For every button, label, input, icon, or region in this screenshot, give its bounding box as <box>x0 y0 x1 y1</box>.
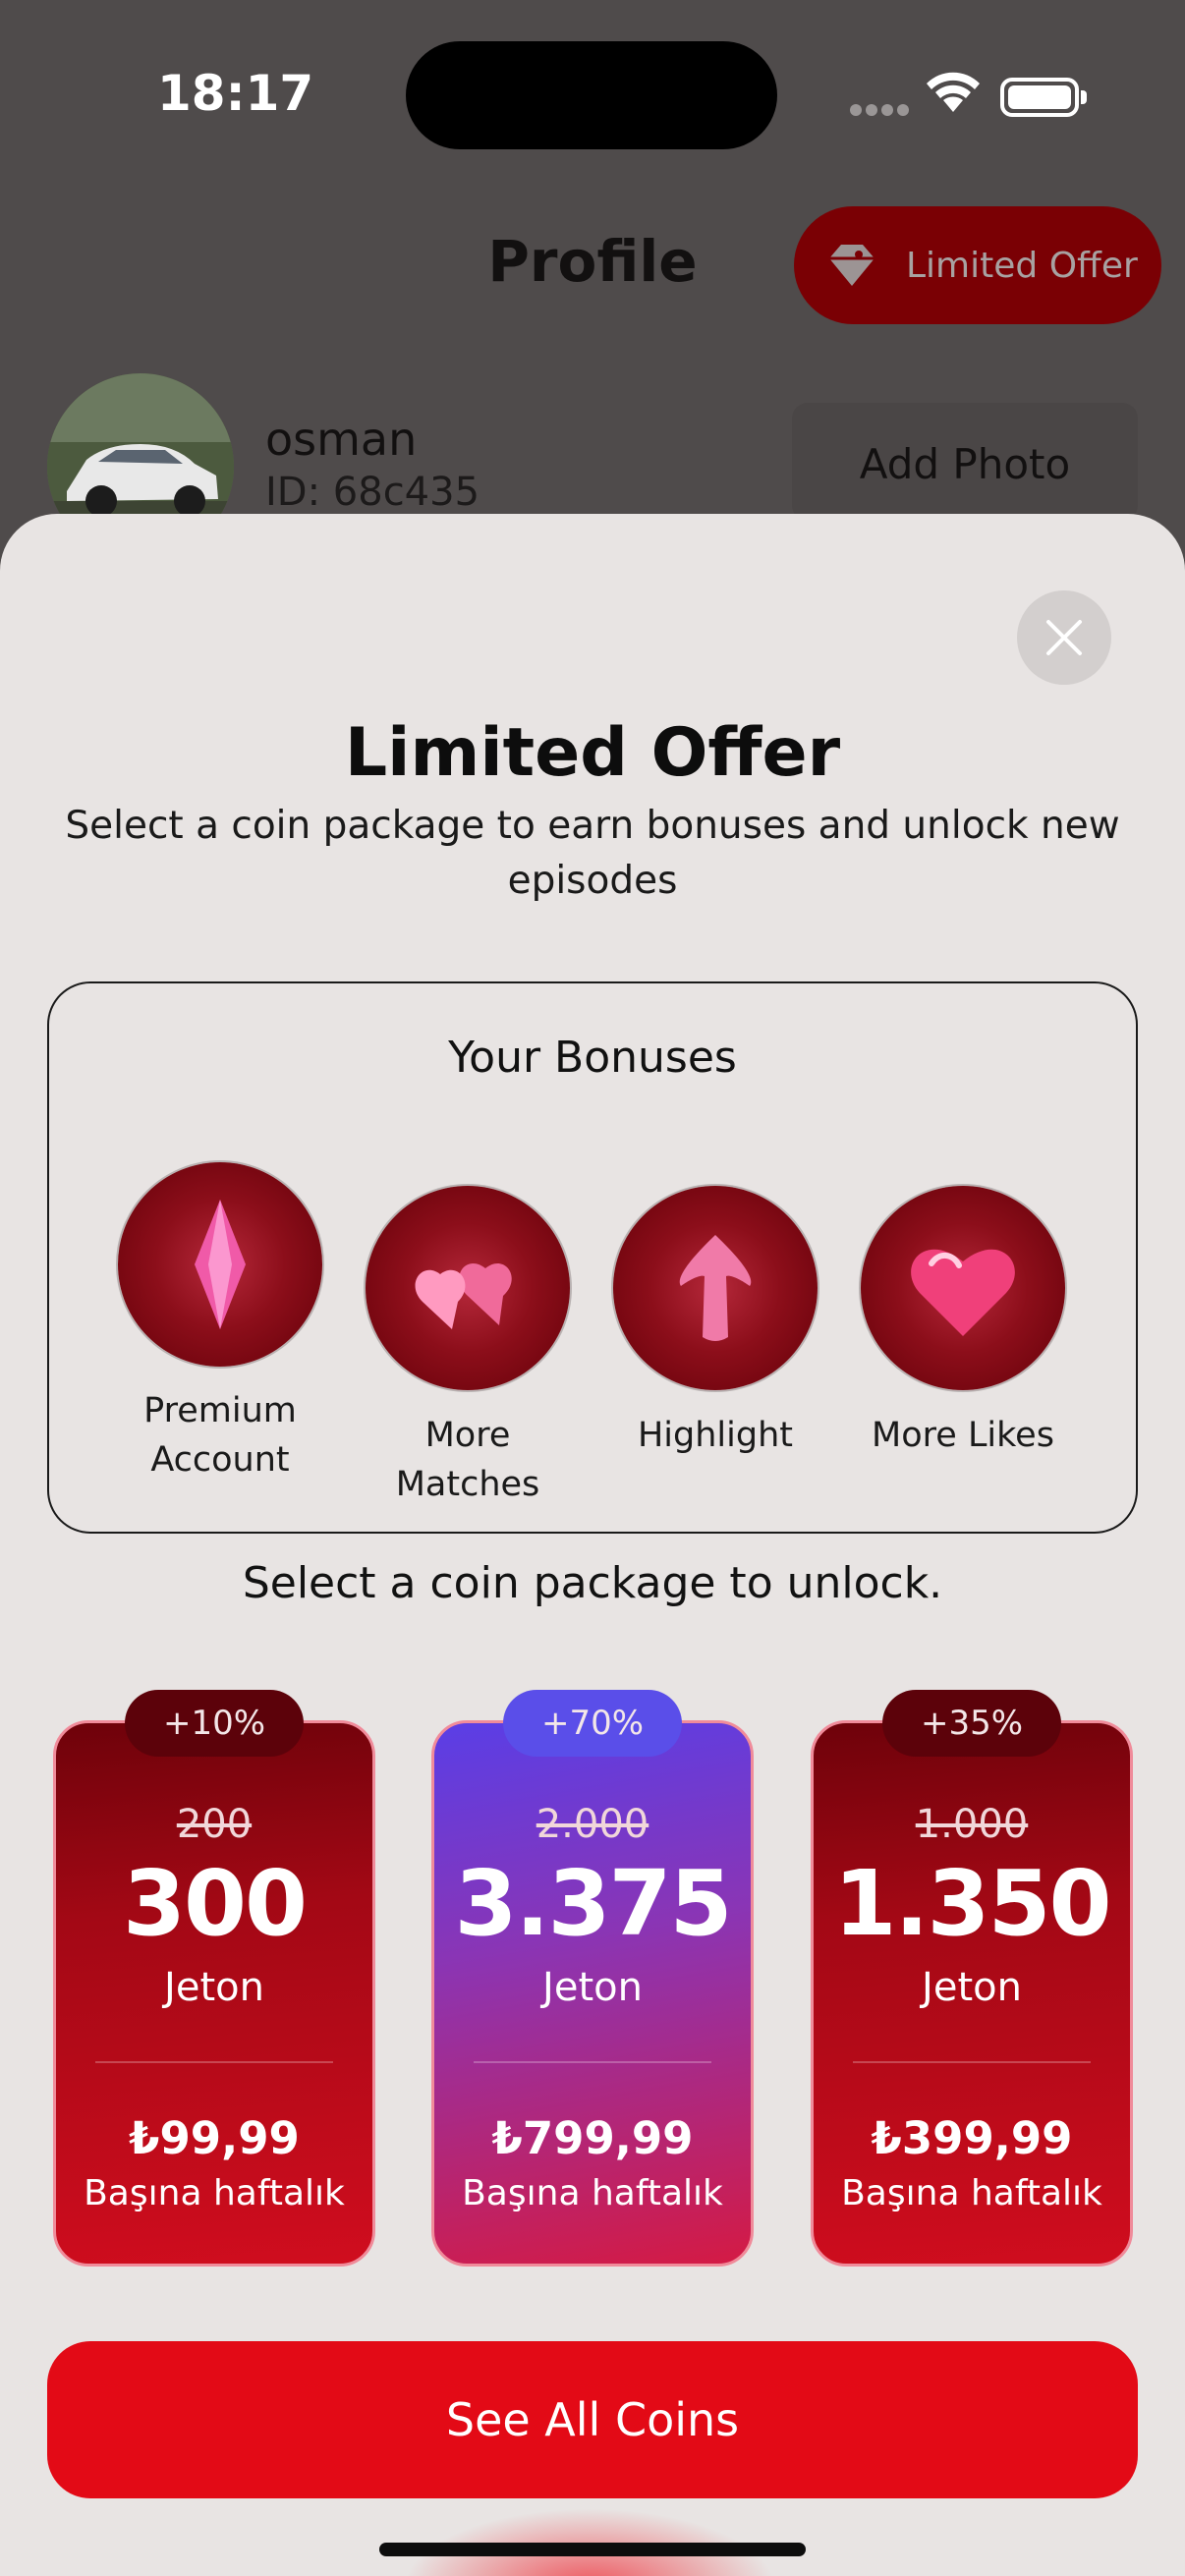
coin-unit: Jeton <box>542 1965 643 2010</box>
coin-unit: Jeton <box>164 1965 264 2010</box>
coin-amount: 1.350 <box>833 1851 1111 1956</box>
old-coin-amount: 1.000 <box>915 1802 1029 1847</box>
coin-amount: 3.375 <box>454 1851 732 1956</box>
coin-package-card[interactable]: +70% 2.000 3.375 Jeton ₺799,99 Başına ha… <box>431 1690 754 2267</box>
heart-icon <box>861 1186 1065 1390</box>
see-all-coins-button[interactable]: See All Coins <box>47 2341 1138 2498</box>
old-coin-amount: 200 <box>176 1802 253 1847</box>
bonus-badge: +35% <box>882 1690 1061 1757</box>
diamond-icon <box>118 1162 322 1367</box>
package-period: Başına haftalık <box>462 2173 723 2213</box>
divider <box>474 2061 711 2063</box>
divider <box>95 2061 333 2063</box>
bonus-label-likes: More Likes <box>872 1416 1054 1455</box>
add-photo-button[interactable]: Add Photo <box>792 403 1138 521</box>
bonus-label-highlight: Highlight <box>637 1416 793 1455</box>
limited-offer-button[interactable]: Limited Offer <box>794 206 1161 324</box>
close-button[interactable] <box>1017 590 1111 685</box>
package-price: ₺399,99 <box>871 2112 1073 2164</box>
dynamic-island <box>406 41 777 149</box>
cellular-signal-icon <box>850 101 913 120</box>
two-hearts-icon <box>366 1186 570 1390</box>
limited-offer-label: Limited Offer <box>906 245 1138 286</box>
wifi-icon <box>927 72 980 112</box>
select-package-text: Select a coin package to unlock. <box>242 1558 943 1608</box>
username: osman <box>265 413 418 466</box>
status-bar: 18:17 <box>0 0 1185 196</box>
coin-unit: Jeton <box>922 1965 1022 2010</box>
sheet-title: Limited Offer <box>344 714 841 792</box>
bonus-badge: +10% <box>125 1690 304 1757</box>
bonus-badge: +70% <box>503 1690 682 1757</box>
sheet-subtitle: Select a coin package to earn bonuses an… <box>65 804 1120 903</box>
limited-offer-sheet: Limited Offer Select a coin package to e… <box>0 514 1185 2576</box>
bonuses-panel: Your Bonuses Premium Account More Matche… <box>47 981 1138 1534</box>
divider <box>853 2061 1091 2063</box>
battery-icon <box>1000 78 1087 117</box>
package-period: Başına haftalık <box>84 2173 345 2213</box>
old-coin-amount: 2.000 <box>536 1802 649 1847</box>
package-price: ₺799,99 <box>491 2112 694 2164</box>
coin-package-card[interactable]: +10% 200 300 Jeton ₺99,99 Başına haftalı… <box>53 1690 375 2267</box>
bonuses-title: Your Bonuses <box>448 1033 737 1083</box>
package-price: ₺99,99 <box>129 2112 300 2164</box>
diamond-tag-icon <box>829 245 875 286</box>
bonus-label-premium: Premium Account <box>143 1391 297 1480</box>
status-time: 18:17 <box>157 65 314 122</box>
close-icon <box>1046 620 1082 655</box>
user-id: ID: 68c435 <box>265 470 480 515</box>
coin-amount: 300 <box>122 1851 308 1956</box>
package-period: Başına haftalık <box>841 2173 1102 2213</box>
bonus-label-matches: More Matches <box>395 1416 540 1504</box>
coin-package-card[interactable]: +35% 1.000 1.350 Jeton ₺399,99 Başına ha… <box>811 1690 1133 2267</box>
arrow-up-icon <box>613 1186 818 1390</box>
home-indicator[interactable] <box>379 2543 806 2556</box>
